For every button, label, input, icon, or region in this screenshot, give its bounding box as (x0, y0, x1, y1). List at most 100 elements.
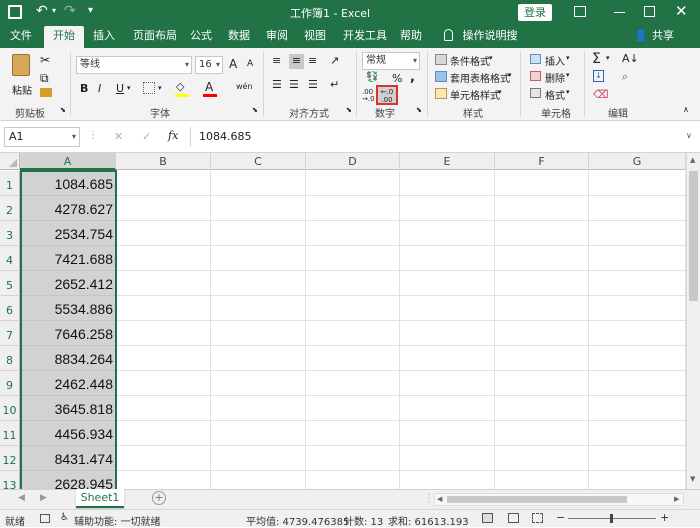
tab-home[interactable]: 开始 (44, 26, 84, 48)
cell-a[interactable]: 7646.258 (20, 321, 116, 346)
macro-record-icon[interactable] (40, 514, 50, 523)
grid-cell[interactable] (589, 471, 686, 489)
underline-button[interactable]: U (116, 82, 124, 95)
grid-cell[interactable] (306, 271, 400, 296)
grid-cell[interactable] (400, 321, 495, 346)
delete-dropdown-icon[interactable]: ▾ (566, 71, 570, 79)
align-center-icon[interactable]: ☰ (289, 78, 299, 91)
grid-cell[interactable] (116, 196, 211, 221)
share-button[interactable]: 共享 (648, 26, 678, 48)
tab-data[interactable]: 数据 (224, 26, 254, 48)
grid-cell[interactable] (116, 346, 211, 371)
autosum-dropdown-icon[interactable]: ▾ (606, 54, 610, 62)
normal-view-icon[interactable] (482, 513, 493, 523)
grid-cell[interactable] (306, 196, 400, 221)
scroll-right-icon[interactable]: ▶ (674, 495, 679, 503)
prev-sheet-icon[interactable]: ◀ (18, 493, 25, 503)
grid-cell[interactable] (589, 321, 686, 346)
collapse-ribbon-icon[interactable]: ∧ (683, 105, 689, 114)
tab-developer[interactable]: 开发工具 (338, 26, 392, 48)
row-header[interactable]: 7 (0, 321, 20, 346)
cell-a[interactable]: 2462.448 (20, 371, 116, 396)
name-box-dropdown-icon[interactable]: ▾ (72, 128, 76, 146)
grid-cell[interactable] (211, 471, 306, 489)
zoom-slider-thumb[interactable] (610, 514, 613, 523)
paste-button[interactable]: 粘贴 (8, 52, 36, 98)
page-break-view-icon[interactable] (532, 513, 543, 523)
format-painter-icon[interactable] (40, 88, 52, 97)
tell-me-search[interactable]: 操作说明搜索 (458, 26, 522, 62)
format-as-table-button[interactable]: 套用表格格式 (450, 70, 510, 85)
tab-help[interactable]: 帮助 (396, 26, 426, 48)
decrease-decimal-button[interactable]: ←.0 .00 (376, 85, 398, 105)
font-name-select[interactable]: 等线 ▾ (76, 56, 192, 74)
grid-cell[interactable] (211, 321, 306, 346)
row-header[interactable]: 5 (0, 271, 20, 296)
zoom-out-button[interactable]: − (556, 511, 565, 524)
clear-icon[interactable]: ⌫ (593, 88, 609, 101)
grid-cell[interactable] (589, 371, 686, 396)
align-middle-icon[interactable]: ≡ (289, 54, 304, 69)
grid-cell[interactable] (400, 446, 495, 471)
tab-formulas[interactable]: 公式 (186, 26, 216, 48)
insert-function-button[interactable]: fx (168, 129, 178, 142)
column-header-b[interactable]: B (116, 153, 211, 170)
grid-cell[interactable] (211, 221, 306, 246)
grid-cell[interactable] (211, 196, 306, 221)
scroll-left-icon[interactable]: ◀ (437, 495, 442, 503)
grid-cell[interactable] (495, 396, 589, 421)
expand-formula-bar-icon[interactable]: ∨ (686, 131, 692, 140)
grid-cell[interactable] (495, 171, 589, 196)
grid-cell[interactable] (211, 271, 306, 296)
align-top-icon[interactable]: ≡ (272, 54, 281, 67)
grid-cell[interactable] (589, 171, 686, 196)
confirm-entry-icon[interactable]: ✓ (142, 130, 151, 143)
wrap-text-icon[interactable]: ↵ (330, 78, 339, 91)
grid-cell[interactable] (589, 221, 686, 246)
grid-cell[interactable] (211, 246, 306, 271)
grid-cell[interactable] (495, 271, 589, 296)
row-header[interactable]: 1 (0, 171, 20, 196)
column-header-g[interactable]: G (589, 153, 686, 170)
grid-cell[interactable] (116, 271, 211, 296)
cell-styles-dropdown-icon[interactable]: ▾ (498, 88, 502, 96)
italic-button[interactable]: I (98, 82, 101, 95)
copy-icon[interactable]: ⧉ (40, 71, 49, 86)
grid-cell[interactable] (400, 471, 495, 489)
grid-cell[interactable] (306, 296, 400, 321)
column-header-d[interactable]: D (306, 153, 400, 170)
row-header[interactable]: 10 (0, 396, 20, 421)
grid-cell[interactable] (116, 471, 211, 489)
vertical-scrollbar[interactable]: ▲ ▼ (686, 153, 700, 489)
format-table-dropdown-icon[interactable]: ▾ (508, 71, 512, 79)
find-icon[interactable]: ⌕ (622, 70, 628, 84)
close-icon[interactable]: ✕ (675, 2, 688, 20)
column-header-f[interactable]: F (495, 153, 589, 170)
maximize-icon[interactable] (644, 6, 655, 17)
cell-a[interactable]: 2652.412 (20, 271, 116, 296)
underline-dropdown-icon[interactable]: ▾ (127, 84, 131, 92)
comma-button[interactable]: , (410, 70, 415, 85)
grid-cell[interactable] (116, 171, 211, 196)
grid-cell[interactable] (400, 221, 495, 246)
grid-cell[interactable] (400, 371, 495, 396)
minimize-icon[interactable] (614, 12, 625, 13)
grid-cell[interactable] (306, 321, 400, 346)
sheet-tab-sheet1[interactable]: Sheet1 (76, 489, 124, 508)
grid-cell[interactable] (495, 371, 589, 396)
status-count[interactable]: 计数: 13 (344, 513, 383, 528)
font-launcher-icon[interactable]: ⬊ (252, 106, 258, 114)
grid-cell[interactable] (495, 246, 589, 271)
cell-a[interactable]: 4278.627 (20, 196, 116, 221)
cell-a[interactable]: 7421.688 (20, 246, 116, 271)
grid-cell[interactable] (211, 371, 306, 396)
grid-cell[interactable] (495, 471, 589, 489)
cell-a[interactable]: 5534.886 (20, 296, 116, 321)
zoom-in-button[interactable]: + (660, 511, 669, 524)
grid-cell[interactable] (589, 196, 686, 221)
grid-cell[interactable] (589, 421, 686, 446)
alignment-launcher-icon[interactable]: ⬊ (346, 106, 352, 114)
grid-cell[interactable] (495, 196, 589, 221)
horizontal-scroll-thumb[interactable] (447, 496, 627, 503)
grid-cell[interactable] (211, 296, 306, 321)
